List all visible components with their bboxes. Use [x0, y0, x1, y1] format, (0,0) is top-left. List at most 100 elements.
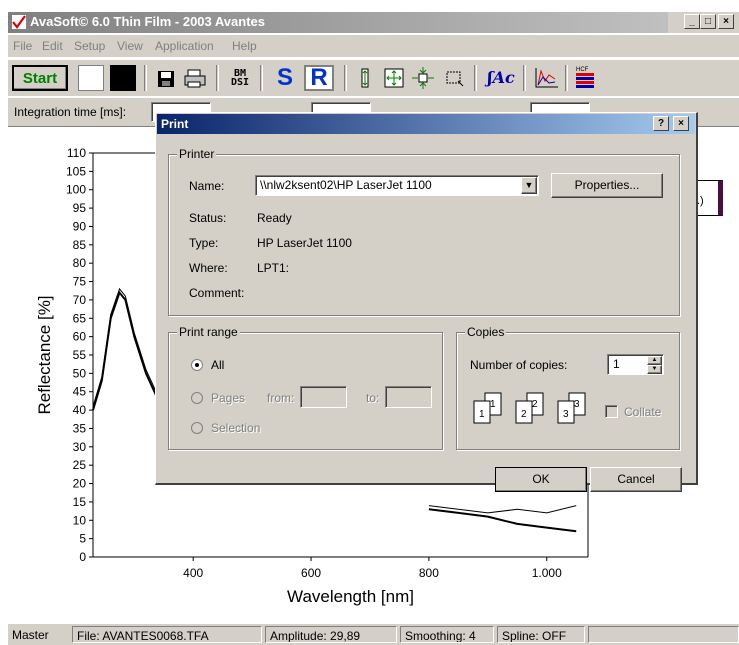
toolbar-separator — [344, 65, 347, 91]
y-tick-label: 20 — [73, 477, 87, 491]
chevron-down-icon[interactable]: ▼ — [521, 177, 537, 194]
close-button[interactable]: × — [718, 14, 734, 29]
y-tick-label: 30 — [73, 440, 87, 454]
graph-icon[interactable] — [533, 65, 561, 91]
toolbar-separator — [216, 65, 219, 91]
y-axis-label: Reflectance [%] — [35, 295, 54, 414]
status-smoothing: Smoothing: 4 — [400, 626, 494, 643]
y-tick-label: 40 — [73, 403, 87, 417]
toolbar-separator — [565, 65, 568, 91]
y-tick-label: 95 — [73, 201, 87, 215]
status-value: Ready — [257, 211, 292, 225]
all-radio[interactable] — [191, 359, 203, 371]
print-dialog: Print ? × Printer Name: \\nlw2ksent02\HP… — [155, 112, 698, 492]
to-input[interactable] — [385, 386, 432, 408]
svg-text:3: 3 — [563, 409, 569, 420]
pages-label: Pages — [211, 391, 246, 405]
maximize-button[interactable]: □ — [700, 14, 716, 29]
status-spline: Spline: OFF — [497, 626, 585, 643]
y-tick-label: 50 — [73, 366, 87, 380]
spin-up-icon[interactable]: ▲ — [647, 356, 662, 365]
y-tick-label: 110 — [67, 146, 86, 160]
spin-down-icon[interactable]: ▼ — [647, 365, 662, 374]
x-tick-label: 400 — [183, 566, 203, 580]
menu-view[interactable]: View — [117, 39, 143, 53]
dark-reference-button[interactable] — [110, 65, 136, 91]
copies-spinner[interactable]: 1 ▲ ▼ — [607, 354, 664, 375]
toolbar-separator — [260, 65, 263, 91]
all-label: All — [211, 358, 225, 372]
cancel-button[interactable]: Cancel — [590, 467, 682, 492]
pages-radio[interactable] — [191, 392, 203, 404]
y-tick-label: 70 — [73, 293, 87, 307]
start-button[interactable]: Start — [12, 65, 68, 91]
type-label: Type: — [189, 236, 219, 250]
minimize-button[interactable]: _ — [684, 14, 700, 29]
status-bar: Master File: AVANTES0068.TFA Amplitude: … — [8, 624, 739, 645]
history-channel-icon[interactable]: HCF — [573, 65, 599, 91]
y-tick-label: 25 — [73, 458, 87, 472]
ok-button[interactable]: OK — [495, 467, 587, 492]
type-value: HP LaserJet 1100 — [257, 236, 352, 250]
scope-mode-button[interactable]: S — [273, 65, 297, 91]
number-of-copies-label: Number of copies: — [470, 358, 568, 372]
y-tick-label: 55 — [73, 348, 87, 362]
status-file: File: AVANTES0068.TFA — [72, 626, 262, 643]
reflectance-mode-button[interactable]: R — [304, 65, 334, 91]
collate-checkbox[interactable] — [605, 405, 618, 418]
properties-button[interactable]: Properties... — [551, 173, 663, 198]
toolbar: Start BM DSI S R ʃAc HCF — [8, 60, 739, 96]
dialog-title-bar: Print ? × — [157, 114, 695, 134]
dialog-close-button[interactable]: × — [673, 116, 689, 131]
status-mode: Master — [12, 628, 49, 642]
status-label: Status: — [189, 211, 227, 225]
menu-file[interactable]: File — [13, 39, 32, 53]
y-tick-label: 0 — [79, 550, 86, 564]
save-icon[interactable] — [156, 65, 176, 91]
menu-setup[interactable]: Setup — [74, 39, 105, 53]
vertical-scale-icon[interactable] — [356, 65, 374, 91]
help-button[interactable]: ? — [653, 116, 669, 131]
y-tick-label: 100 — [66, 183, 86, 197]
menu-help[interactable]: Help — [232, 39, 257, 53]
y-tick-label: 10 — [73, 513, 87, 527]
print-icon[interactable] — [183, 65, 207, 91]
svg-text:1: 1 — [490, 399, 496, 410]
series-line — [428, 508, 577, 533]
autoscale-icon[interactable] — [382, 65, 406, 91]
y-tick-label: 35 — [73, 421, 87, 435]
y-tick-label: 105 — [66, 164, 86, 178]
copies-group: Copies Number of copies: 1 ▲ ▼ 1 1 2 2 3… — [456, 325, 680, 450]
print-range-group: Print range All Pages from: to: Selectio… — [168, 325, 443, 450]
menu-edit[interactable]: Edit — [42, 39, 63, 53]
name-label: Name: — [189, 179, 225, 193]
to-label: to: — [366, 391, 380, 405]
zoom-center-icon[interactable] — [410, 65, 436, 91]
where-value: LPT1: — [257, 261, 290, 275]
from-input[interactable] — [300, 386, 347, 408]
toolbar-separator — [523, 65, 526, 91]
svg-text:1: 1 — [479, 409, 485, 420]
app-logo-icon — [12, 15, 26, 29]
x-tick-label: 800 — [419, 566, 439, 580]
white-reference-button[interactable] — [78, 65, 104, 91]
series-line — [92, 290, 162, 411]
copies-group-label: Copies — [465, 325, 507, 339]
toolbar-separator — [474, 65, 477, 91]
selection-radio[interactable] — [191, 422, 203, 434]
x-axis-label: Wavelength [nm] — [287, 587, 414, 606]
from-label: from: — [267, 391, 295, 405]
zoom-box-icon[interactable] — [444, 65, 466, 91]
print-range-label: Print range — [177, 325, 240, 339]
printer-name-value: \\nlw2ksent02\HP LaserJet 1100 — [260, 178, 432, 192]
integration-time-label: Integration time [ms]: — [14, 105, 127, 119]
bm-dsi-button[interactable]: BM DSI — [228, 65, 252, 91]
printer-name-select[interactable]: \\nlw2ksent02\HP LaserJet 1100 ▼ — [255, 175, 539, 196]
y-tick-label: 65 — [73, 311, 87, 325]
selection-label: Selection — [211, 421, 261, 435]
y-tick-label: 60 — [73, 330, 87, 344]
toolbar-separator — [144, 65, 147, 91]
status-empty — [588, 626, 739, 643]
fac-button[interactable]: ʃAc — [484, 65, 518, 91]
menu-application[interactable]: Application — [155, 39, 214, 53]
